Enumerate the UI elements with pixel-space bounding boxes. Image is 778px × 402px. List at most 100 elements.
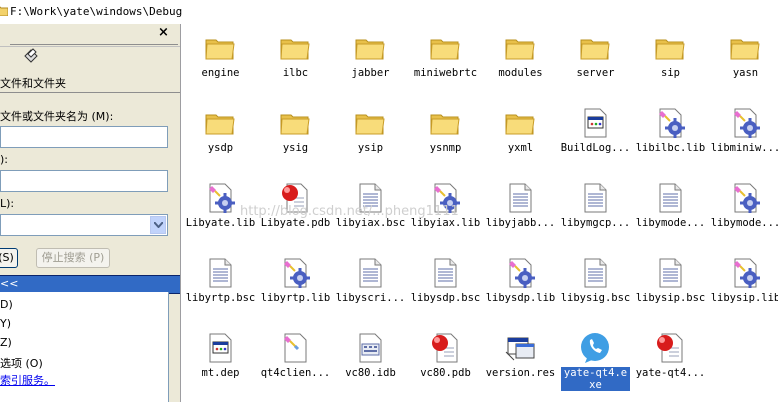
file-item[interactable]: libysip.lib bbox=[708, 251, 778, 326]
file-item[interactable]: libilbc.lib bbox=[633, 101, 708, 176]
file-name: libysig.bsc bbox=[560, 292, 631, 304]
folder-icon bbox=[729, 32, 761, 64]
lib-pen-icon bbox=[279, 332, 311, 364]
lib-gear-icon bbox=[279, 257, 311, 289]
file-name: yxml bbox=[507, 142, 534, 154]
file-name: libymode... bbox=[635, 217, 706, 229]
file-item[interactable]: jabber bbox=[333, 26, 408, 101]
file-item[interactable]: mt.dep bbox=[183, 326, 258, 401]
file-item[interactable]: libminiw... bbox=[708, 101, 778, 176]
lib-gear-icon bbox=[729, 257, 761, 289]
file-item[interactable]: ysdp bbox=[183, 101, 258, 176]
search-companion-icon[interactable] bbox=[22, 46, 40, 64]
file-name: ysip bbox=[357, 142, 384, 154]
file-name: libysdp.bsc bbox=[410, 292, 481, 304]
option-item[interactable]: Y) bbox=[0, 317, 11, 330]
text-document-icon bbox=[204, 257, 236, 289]
folder-icon bbox=[429, 32, 461, 64]
file-name: yate-qt4... bbox=[635, 367, 706, 379]
file-item[interactable]: yate-qt4... bbox=[633, 326, 708, 401]
html-document-icon bbox=[579, 107, 611, 139]
file-item[interactable]: vc80.idb bbox=[333, 326, 408, 401]
file-item[interactable]: version.res bbox=[483, 326, 558, 401]
file-item[interactable]: libymode... bbox=[708, 176, 778, 251]
file-item[interactable]: BuildLog... bbox=[558, 101, 633, 176]
file-item[interactable]: libysdp.lib bbox=[483, 251, 558, 326]
name-input[interactable] bbox=[0, 126, 168, 148]
file-name: BuildLog... bbox=[560, 142, 631, 154]
name-label: 文件或文件夹名为 (M): bbox=[0, 110, 114, 123]
file-item[interactable]: libyrtp.bsc bbox=[183, 251, 258, 326]
file-item[interactable]: libysig.bsc bbox=[558, 251, 633, 326]
folder-icon bbox=[204, 32, 236, 64]
folder-icon bbox=[204, 107, 236, 139]
file-item[interactable]: ysnmp bbox=[408, 101, 483, 176]
file-item[interactable]: modules bbox=[483, 26, 558, 101]
lib-gear-icon bbox=[729, 107, 761, 139]
file-name: libysip.lib bbox=[710, 292, 778, 304]
file-item[interactable]: libymgcp... bbox=[558, 176, 633, 251]
text-document-icon bbox=[654, 182, 686, 214]
file-item[interactable]: yate-qt4.exe bbox=[558, 326, 633, 401]
lib-gear-icon bbox=[204, 182, 236, 214]
address-path: F:\Work\yate\windows\Debug bbox=[10, 5, 183, 18]
address-bar[interactable]: F:\Work\yate\windows\Debug bbox=[0, 0, 778, 25]
file-name: ilbc bbox=[282, 67, 309, 79]
chevron-down-icon bbox=[154, 222, 163, 228]
file-name: server bbox=[576, 67, 615, 79]
file-item[interactable]: yasn bbox=[708, 26, 778, 101]
file-item[interactable]: qt4clien... bbox=[258, 326, 333, 401]
file-item[interactable]: libyrtp.lib bbox=[258, 251, 333, 326]
dropdown-button[interactable] bbox=[150, 216, 166, 234]
pdb-red-ball-icon bbox=[429, 332, 461, 364]
res-window-icon bbox=[504, 332, 536, 364]
file-name: mt.dep bbox=[201, 367, 240, 379]
file-item[interactable]: libyjabb... bbox=[483, 176, 558, 251]
file-item[interactable]: yxml bbox=[483, 101, 558, 176]
option-item[interactable]: D) bbox=[0, 298, 13, 311]
file-name: engine bbox=[201, 67, 240, 79]
text-document-icon bbox=[579, 182, 611, 214]
stop-search-button: 停止搜索 (P) bbox=[36, 248, 110, 268]
file-item[interactable]: sip bbox=[633, 26, 708, 101]
file-item[interactable]: libysip.bsc bbox=[633, 251, 708, 326]
file-name: ysnmp bbox=[429, 142, 462, 154]
file-name: libyrtp.bsc bbox=[185, 292, 256, 304]
file-item[interactable]: miniwebrtc bbox=[408, 26, 483, 101]
file-item[interactable]: libysdp.bsc bbox=[408, 251, 483, 326]
index-service-link[interactable]: 索引服务。 bbox=[0, 372, 55, 388]
option-item[interactable]: Z) bbox=[0, 336, 12, 349]
file-name: qt4clien... bbox=[260, 367, 331, 379]
file-name: libilbc.lib bbox=[635, 142, 706, 154]
file-item[interactable]: ysig bbox=[258, 101, 333, 176]
file-item[interactable]: vc80.pdb bbox=[408, 326, 483, 401]
folder-icon bbox=[279, 107, 311, 139]
location-select[interactable] bbox=[0, 214, 168, 236]
file-item[interactable]: ilbc bbox=[258, 26, 333, 101]
text-document-icon bbox=[579, 257, 611, 289]
file-name: modules bbox=[498, 67, 543, 79]
pane-divider bbox=[10, 44, 178, 45]
file-name: yasn bbox=[732, 67, 759, 79]
idb-document-icon bbox=[354, 332, 386, 364]
folder-icon bbox=[429, 107, 461, 139]
file-item[interactable]: libyscri... bbox=[333, 251, 408, 326]
file-name: vc80.pdb bbox=[420, 367, 471, 379]
text-input[interactable] bbox=[0, 170, 168, 192]
file-name: libyrtp.lib bbox=[260, 292, 331, 304]
file-item[interactable]: server bbox=[558, 26, 633, 101]
close-icon[interactable]: × bbox=[158, 25, 169, 40]
file-name: ysig bbox=[282, 142, 309, 154]
file-name: libminiw... bbox=[710, 142, 778, 154]
option-item[interactable]: 选项 (O) bbox=[0, 355, 43, 371]
file-item[interactable]: ysip bbox=[333, 101, 408, 176]
search-button[interactable]: (S) bbox=[0, 248, 18, 268]
file-item[interactable]: libymode... bbox=[633, 176, 708, 251]
file-name: version.res bbox=[485, 367, 556, 379]
pdb-red-ball-icon bbox=[654, 332, 686, 364]
text-document-icon bbox=[504, 182, 536, 214]
file-item[interactable]: engine bbox=[183, 26, 258, 101]
section-files-folders: 文件和文件夹 bbox=[0, 70, 180, 93]
folder-icon bbox=[354, 32, 386, 64]
folder-icon bbox=[579, 32, 611, 64]
